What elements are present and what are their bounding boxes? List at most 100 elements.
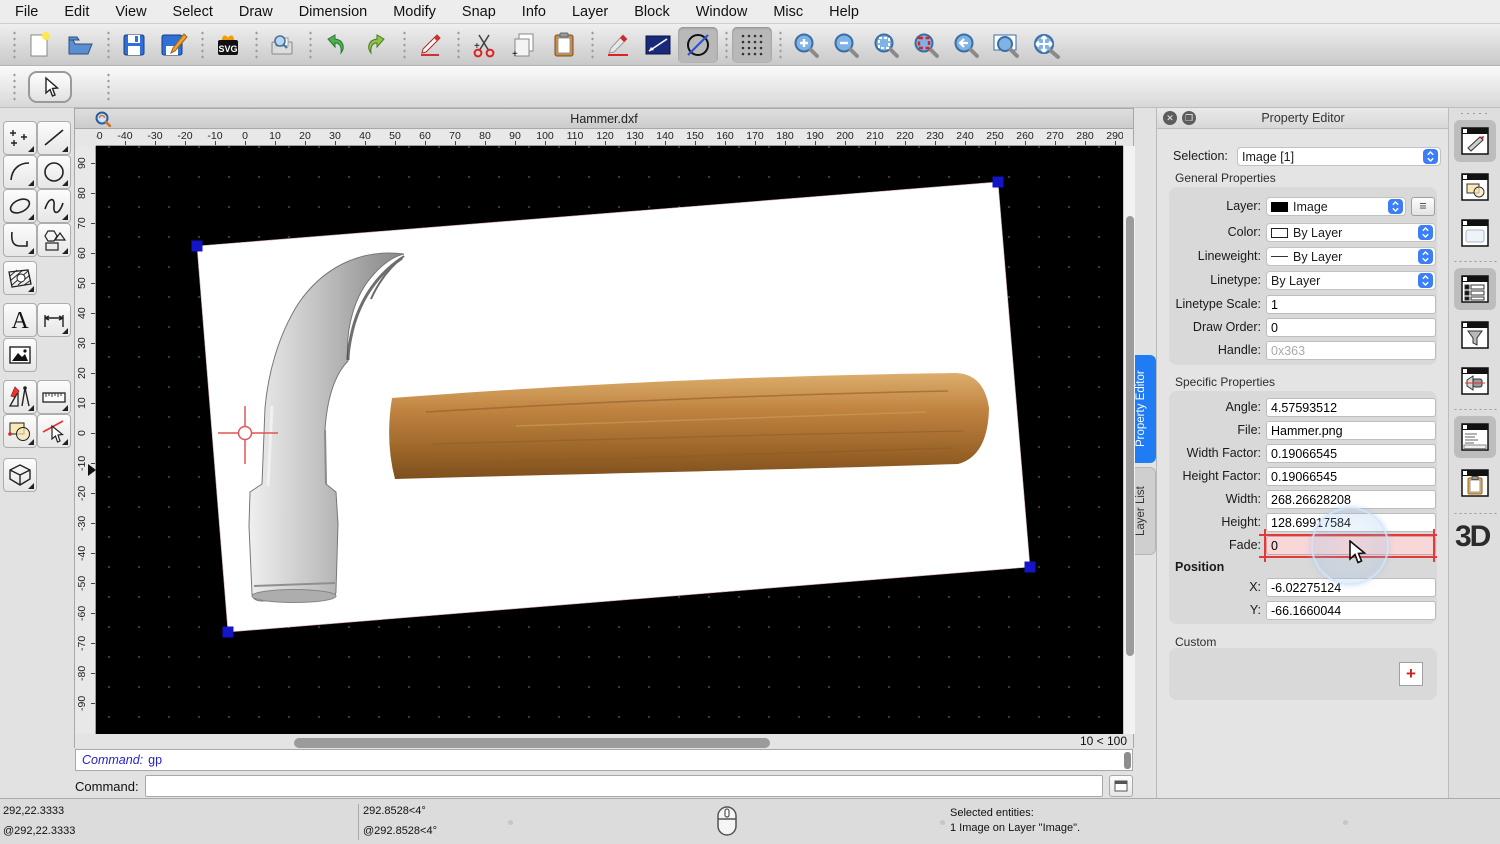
position-y-input[interactable] [1266,601,1436,620]
new-file-button[interactable] [20,27,60,63]
linetype-scale-input[interactable] [1266,295,1436,314]
height-factor-input[interactable] [1266,467,1436,486]
library-browser-dock-button[interactable] [1454,212,1496,254]
menu-select[interactable]: Select [173,4,213,20]
restrict-off-button[interactable] [678,26,718,63]
toolbar-grip[interactable] [8,28,18,61]
open-file-button[interactable] [60,27,100,63]
circle-tools-button[interactable] [37,155,71,189]
lineweight-dropdown[interactable]: By Layer [1266,247,1436,266]
menu-view[interactable]: View [115,4,146,20]
distance-tool-button[interactable] [638,27,678,63]
float-panel-button[interactable]: ❐ [1182,111,1196,125]
eraser-pencil-icon [421,33,441,56]
grid-toggle-button[interactable] [732,26,772,63]
vertical-scrollbar[interactable] [1123,146,1135,734]
command-history-scrollbar-thumb[interactable] [1124,752,1131,769]
zoom-window-button[interactable] [986,27,1026,63]
save-button[interactable] [114,27,154,63]
angle-input[interactable] [1266,398,1436,417]
horizontal-scrollbar-thumb[interactable] [294,738,770,748]
hruler-tick [695,141,696,145]
dock-3d-button[interactable]: 3D [1455,520,1491,554]
command-history[interactable]: Command: gp [75,749,1133,771]
zoom-out-button[interactable] [826,27,866,63]
draw-order-input[interactable] [1266,318,1436,337]
draw-misc-tools-button[interactable] [3,380,37,414]
image-tool-button[interactable] [3,338,37,372]
layer-list-dock-button[interactable] [1454,268,1496,310]
command-input[interactable] [144,775,1103,797]
menu-info[interactable]: Info [522,4,546,20]
modify-tools-button[interactable] [3,414,37,448]
hruler-tick [455,141,456,145]
selection-tool-button[interactable] [28,70,72,103]
paste-button[interactable] [544,27,584,63]
print-preview-button[interactable] [262,27,302,63]
command-trigger-dock-button[interactable] [1454,360,1496,402]
menu-help[interactable]: Help [829,4,859,20]
menu-layer[interactable]: Layer [572,4,608,20]
arc-tools-button[interactable] [3,155,37,189]
linetype-dropdown[interactable]: By Layer [1266,271,1436,290]
zoom-selection-button[interactable] [906,27,946,63]
close-panel-button[interactable]: ✕ [1163,111,1177,125]
polyline-tools-button[interactable] [3,223,37,257]
layer-menu-button[interactable]: ≡ [1411,197,1435,216]
layer-dropdown[interactable]: Image [1266,197,1406,216]
width-factor-input[interactable] [1266,444,1436,463]
angle-label: Angle: [1225,400,1261,414]
menu-window[interactable]: Window [696,4,748,20]
menu-snap[interactable]: Snap [462,4,496,20]
tab-layer-list[interactable]: Layer List [1135,467,1156,555]
file-label: File: [1237,423,1261,437]
menu-misc[interactable]: Misc [773,4,803,20]
save-as-button[interactable] [154,27,194,63]
shape-tools-button[interactable] [37,223,71,257]
menu-edit[interactable]: Edit [64,4,89,20]
copy-button[interactable]: + [504,27,544,63]
solid-3d-tools-button[interactable] [3,458,37,492]
delete-button[interactable] [410,27,450,63]
cut-button[interactable]: + [464,27,504,63]
text-tool-button[interactable]: A [3,303,37,337]
command-history-dock-button[interactable] [1454,416,1496,458]
horizontal-scrollbar-track[interactable] [96,736,1096,748]
tab-property-editor[interactable]: Property Editor [1135,355,1156,463]
menu-file[interactable]: File [15,4,38,20]
clipboard-dock-button[interactable] [1454,462,1496,504]
zoom-pan-button[interactable] [1026,27,1066,63]
zoom-previous-button[interactable] [946,27,986,63]
command-options-button[interactable] [1109,775,1133,797]
zoom-in-button[interactable] [786,27,826,63]
ellipse-tools-button[interactable] [3,189,37,223]
grid-dots-icon [741,34,763,55]
svg-export-button[interactable]: SVG [208,27,248,63]
color-dropdown[interactable]: By Layer [1266,223,1436,242]
menu-draw[interactable]: Draw [239,4,273,20]
block-list-dock-button[interactable] [1454,166,1496,208]
edit-properties-button[interactable] [598,27,638,63]
dimension-tools-button[interactable] [37,303,71,337]
menu-block[interactable]: Block [634,4,669,20]
menu-modify[interactable]: Modify [393,4,436,20]
drawing-canvas[interactable] [96,146,1123,734]
menu-dimension[interactable]: Dimension [299,4,368,20]
toolbar-grip[interactable] [8,70,18,103]
redo-button[interactable] [356,27,396,63]
selection-dropdown[interactable]: Image [1] [1237,147,1441,166]
document-title-bar[interactable]: Hammer.dxf [75,109,1133,129]
property-editor-dock-button[interactable] [1454,120,1496,162]
line-tools-button[interactable] [37,121,71,155]
selection-filter-dock-button[interactable] [1454,314,1496,356]
measure-tools-button[interactable] [37,380,71,414]
undo-button[interactable] [316,27,356,63]
zoom-auto-button[interactable] [866,27,906,63]
spline-tools-button[interactable] [37,189,71,223]
vertical-scrollbar-thumb[interactable] [1125,216,1134,656]
file-input[interactable] [1266,421,1436,440]
add-custom-property-button[interactable]: + [1399,662,1423,686]
hatch-tools-button[interactable] [3,261,37,295]
select-tools-button[interactable] [37,414,71,448]
point-tools-button[interactable] [3,121,37,155]
